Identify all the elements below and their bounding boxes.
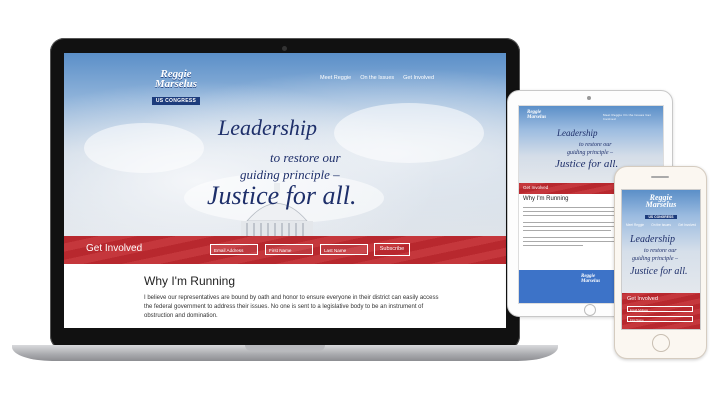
cloud-shape [334,103,484,163]
first-name-field[interactable]: First Name [265,244,313,255]
phone-tagline-line-2: to restore our [644,248,677,254]
tablet-footer-logo-last: Marselus [581,279,601,284]
why-section: Why I'm Running I believe our representa… [64,264,506,328]
phone-tagline-line-3: guiding principle – [632,256,678,262]
text-line [523,230,611,232]
site-logo[interactable]: Reggie Marselus US CONGRESS [146,69,206,107]
phone-nav-get-involved[interactable]: Get Involved [678,223,696,227]
tagline-line-2: to restore our [270,150,341,165]
last-name-field[interactable]: Last Name [320,244,368,255]
phone-tagline-line-4: Justice for all. [630,266,688,277]
main-nav: Meet Reggie On the Issues Get Involved [320,75,434,81]
signup-title: Get Involved [86,243,143,254]
laptop-notch [245,345,325,351]
tablet-logo-last: Marselus [527,115,547,120]
hero-banner: Reggie Marselus US CONGRESS Meet Reggie … [64,53,506,241]
email-field[interactable]: Email Address [210,244,258,255]
laptop-camera [282,46,287,51]
tablet-why-heading: Why I'm Running [523,196,569,202]
nav-link-get-involved[interactable]: Get Involved [403,75,434,81]
phone-nav-on-the-issues[interactable]: On the Issues [651,223,671,227]
text-line [523,215,619,217]
phone-logo-last: Marselus [645,200,677,209]
phone-hero: Reggie Marselus US CONGRESS Meet Reggie … [622,190,700,293]
cloud-shape [84,123,204,173]
why-paragraph: I believe our representatives are bound … [144,295,439,319]
phone-signup-band: Get Involved Email Address First Name [622,293,700,329]
tablet-camera [587,96,591,100]
phone-screen: Reggie Marselus US CONGRESS Meet Reggie … [621,189,701,330]
nav-link-on-the-issues[interactable]: On the Issues [360,75,394,81]
phone-nav: Meet Reggie On the Issues Get Involved [626,223,696,227]
subscribe-button[interactable]: Subscribe [374,243,410,256]
tablet-home-button[interactable] [584,304,596,316]
tablet-tagline-line-1: Leadership [557,128,598,138]
tablet-nav[interactable]: Meet Reggie On the Issues Get Involved [603,113,663,121]
text-line [523,245,583,247]
tagline-line-1: Leadership [218,115,317,140]
phone-home-button[interactable] [652,334,670,352]
signup-band: Get Involved Email Address First Name La… [64,236,506,264]
phone-speaker [651,176,669,178]
tablet-signup-title: Get Involved [523,185,549,190]
phone-first-name-field[interactable]: First Name [627,316,693,322]
phone-signup-title: Get Involved [627,296,658,302]
laptop-screen: Reggie Marselus US CONGRESS Meet Reggie … [64,53,506,328]
phone-device: Reggie Marselus US CONGRESS Meet Reggie … [614,166,707,359]
tablet-tagline-line-3: guiding principle – [567,150,613,156]
phone-nav-meet-reggie[interactable]: Meet Reggie [626,223,644,227]
phone-tagline-line-1: Leadership [630,234,675,245]
tagline-line-4: Justice for all. [207,181,357,210]
logo-last-name: Marselus [154,78,198,90]
tablet-tagline-line-4: Justice for all. [555,158,619,170]
nav-link-meet-reggie[interactable]: Meet Reggie [320,75,351,81]
phone-email-field[interactable]: Email Address [627,306,693,312]
why-heading: Why I'm Running [144,274,235,288]
tablet-logo[interactable]: Reggie Marselus [527,110,546,120]
phone-logo-badge: US CONGRESS [645,215,677,219]
tablet-footer-logo[interactable]: Reggie Marselus [581,274,600,284]
tablet-tagline-line-2: to restore our [579,142,612,148]
phone-logo[interactable]: Reggie Marselus [622,194,700,209]
logo-badge: US CONGRESS [151,97,201,105]
